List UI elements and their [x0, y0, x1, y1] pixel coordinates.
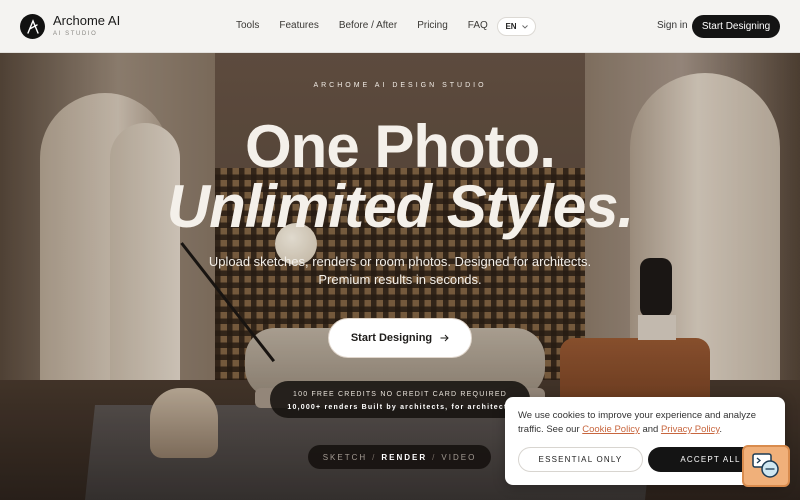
hero-cta-label: Start Designing — [350, 332, 433, 344]
hero-subtitle: Upload sketches, renders or room photos.… — [0, 253, 800, 289]
hero-subtitle-line-2: Premium results in seconds. — [318, 272, 482, 287]
mode-separator: / — [372, 452, 377, 462]
nav-faq[interactable]: FAQ — [468, 20, 488, 31]
nav-pricing[interactable]: Pricing — [417, 20, 448, 31]
chat-bubble-icon — [752, 453, 779, 478]
nav-features[interactable]: Features — [279, 20, 318, 31]
essential-only-button[interactable]: ESSENTIAL ONLY — [518, 447, 643, 472]
credits-line-1: 100 FREE CREDITS NO CREDIT CARD REQUIRED — [293, 391, 507, 398]
nav-tools[interactable]: Tools — [236, 20, 259, 31]
header-start-designing-button[interactable]: Start Designing — [692, 15, 780, 38]
cookie-policy-link[interactable]: Cookie Policy — [582, 424, 640, 435]
cookie-text-period: . — [719, 424, 723, 435]
mode-sketch[interactable]: SKETCH — [323, 453, 367, 462]
chevron-down-icon — [521, 24, 528, 29]
mode-render[interactable]: RENDER — [381, 453, 427, 462]
sign-in-link[interactable]: Sign in — [657, 20, 688, 31]
brand-name: Archome AI — [53, 13, 121, 28]
language-selector[interactable]: EN — [497, 17, 536, 36]
nav-before-after[interactable]: Before / After — [339, 20, 397, 31]
credits-badge: 100 FREE CREDITS NO CREDIT CARD REQUIRED… — [270, 381, 530, 418]
mode-video[interactable]: VIDEO — [441, 453, 476, 462]
main-nav: Tools Features Before / After Pricing FA… — [236, 20, 488, 31]
hero-eyebrow: ARCHOME AI DESIGN STUDIO — [313, 82, 487, 89]
hero-subtitle-line-1: Upload sketches, renders or room photos.… — [208, 254, 592, 269]
hero-start-designing-button[interactable]: Start Designing — [328, 318, 472, 358]
site-header: Archome AI AI STUDIO Tools Features Befo… — [0, 0, 800, 53]
hero-headline-line-1: One Photo. — [245, 113, 556, 180]
chat-widget-icon[interactable] — [742, 445, 790, 487]
credits-line-2: 10,000+ renders Built by architects, for… — [287, 404, 513, 411]
archome-a-logo-icon[interactable] — [20, 14, 45, 39]
hero-headline-line-2: Unlimited Styles. — [166, 173, 634, 240]
brand-subtitle: AI STUDIO — [53, 31, 98, 37]
arrow-right-icon — [440, 334, 449, 342]
cookie-message: We use cookies to improve your experienc… — [518, 409, 773, 437]
language-label: EN — [505, 22, 517, 31]
cookie-text-and: and — [639, 424, 661, 435]
brand[interactable]: Archome AI AI STUDIO — [53, 13, 120, 37]
mode-switcher: SKETCH / RENDER / VIDEO — [308, 445, 491, 469]
mode-separator: / — [432, 452, 437, 462]
privacy-policy-link[interactable]: Privacy Policy — [661, 424, 719, 435]
logo-glyph-icon — [26, 18, 39, 34]
